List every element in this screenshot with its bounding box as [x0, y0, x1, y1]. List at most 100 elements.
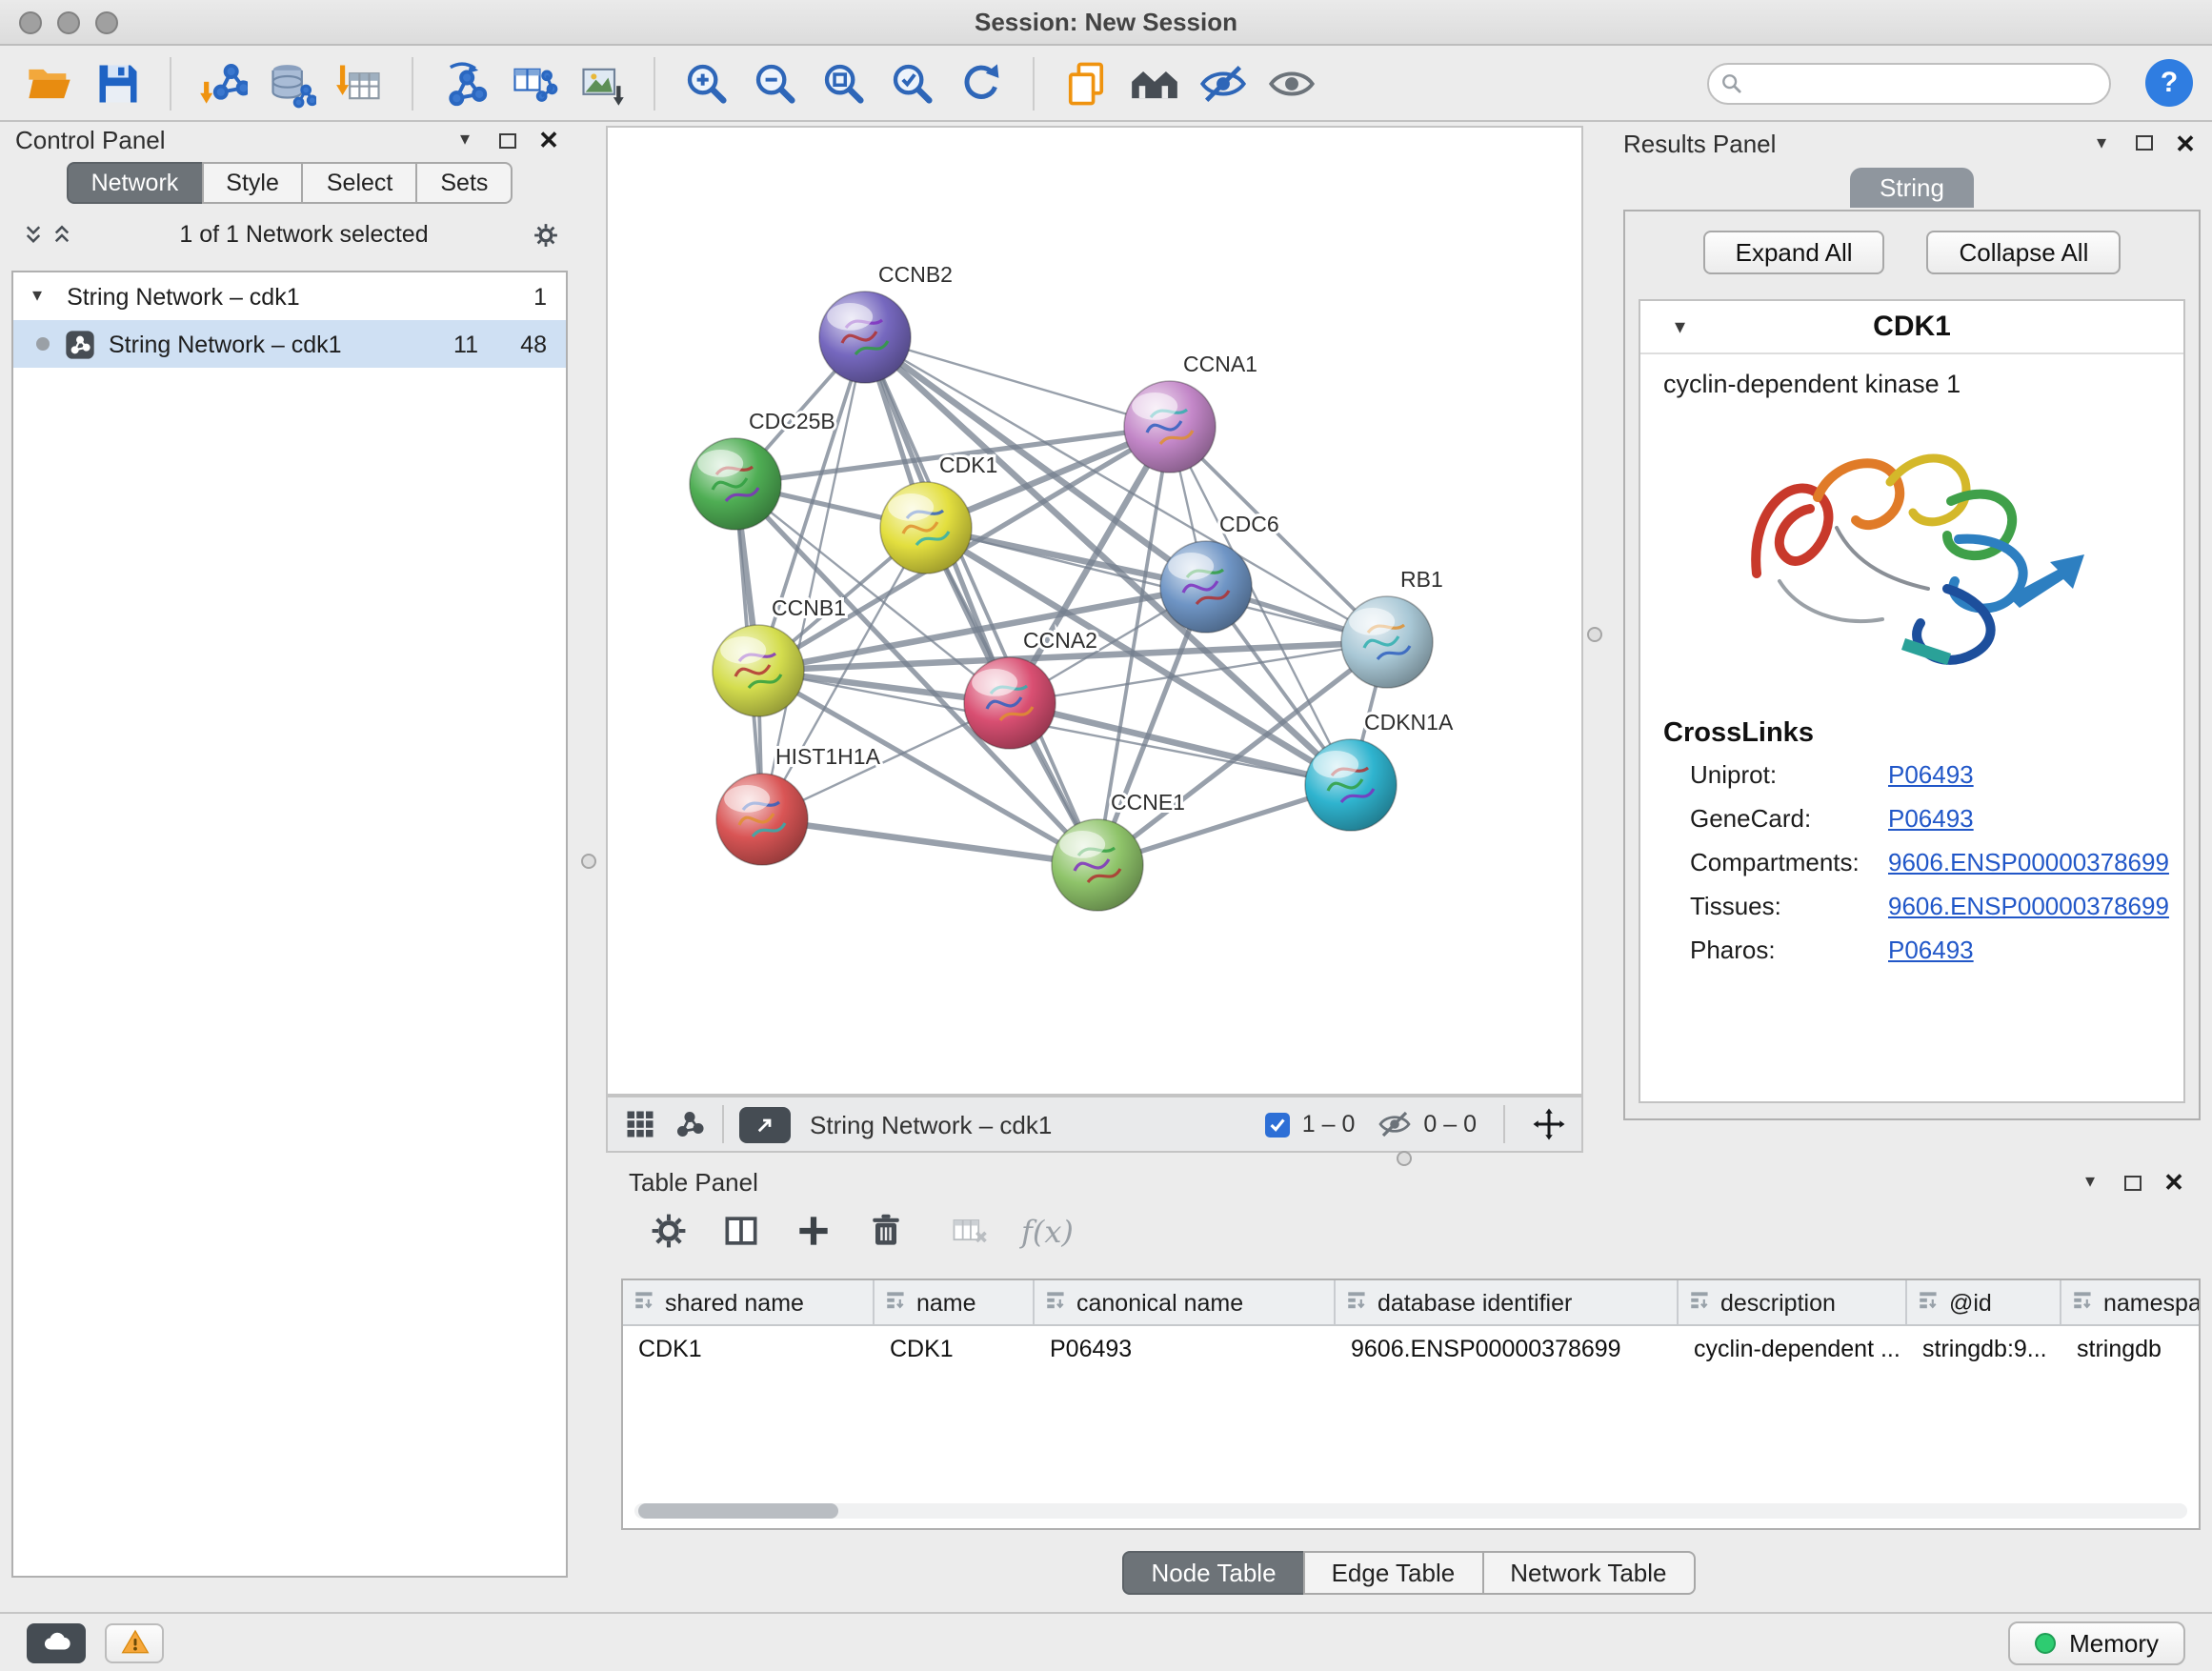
export-image-button[interactable] — [572, 52, 633, 113]
pan-crosshair-icon[interactable] — [1532, 1107, 1566, 1141]
search-input[interactable] — [1707, 62, 2111, 104]
table-cell[interactable]: stringdb — [2061, 1326, 2201, 1370]
table-cell[interactable]: CDK1 — [623, 1326, 875, 1370]
column-header-database-identifier[interactable]: database identifier — [1336, 1280, 1679, 1324]
column-header-name[interactable]: name — [875, 1280, 1035, 1324]
refresh-view-button[interactable] — [951, 52, 1012, 113]
gene-section-header[interactable]: ▾ CDK1 — [1640, 301, 2183, 354]
grid-view-icon[interactable] — [623, 1107, 657, 1141]
network-collection-row[interactable]: ▾ String Network – cdk1 1 — [13, 272, 566, 320]
function-builder-button[interactable]: f(x) — [1021, 1213, 1074, 1249]
float-panel-icon[interactable] — [2117, 1169, 2147, 1196]
import-table-button[interactable] — [330, 52, 391, 113]
network-overview-icon[interactable] — [673, 1107, 707, 1141]
splitter-handle[interactable] — [1587, 627, 1602, 642]
panel-menu-icon[interactable]: ▾ — [2075, 1169, 2105, 1196]
tab-edge-table[interactable]: Edge Table — [1303, 1551, 1484, 1595]
tab-network[interactable]: Network — [67, 162, 204, 204]
column-header-canonical-name[interactable]: canonical name — [1035, 1280, 1336, 1324]
crosslink-link[interactable]: P06493 — [1888, 804, 1974, 833]
tab-network-table[interactable]: Network Table — [1481, 1551, 1695, 1595]
crosslink-link[interactable]: 9606.ENSP00000378699 — [1888, 892, 2169, 920]
task-warning-button[interactable] — [105, 1622, 164, 1662]
zoom-fit-button[interactable] — [814, 52, 875, 113]
crosslink-link[interactable]: P06493 — [1888, 760, 1974, 789]
splitter-handle[interactable] — [581, 854, 596, 869]
network-edge[interactable] — [865, 337, 1097, 865]
hide-selected-button[interactable] — [1193, 52, 1254, 113]
table-cell[interactable]: cyclin-dependent ... — [1679, 1326, 1907, 1370]
cloud-status-button[interactable] — [27, 1622, 86, 1662]
network-from-table-button[interactable] — [503, 52, 564, 113]
external-link-button[interactable] — [739, 1106, 791, 1142]
crosslink-link[interactable]: 9606.ENSP00000378699 — [1888, 848, 2169, 876]
network-node[interactable]: HIST1H1A — [716, 744, 881, 865]
node-label: CDC25B — [749, 409, 835, 433]
zoom-window-button[interactable] — [95, 11, 118, 34]
table-cell[interactable]: P06493 — [1035, 1326, 1336, 1370]
close-panel-icon[interactable]: ✕ — [2159, 1169, 2189, 1196]
table-cell[interactable]: stringdb:9... — [1907, 1326, 2061, 1370]
network-row[interactable]: String Network – cdk1 11 48 — [13, 320, 566, 368]
network-node[interactable]: CCNB2 — [819, 262, 953, 383]
tab-select[interactable]: Select — [302, 162, 418, 204]
add-column-icon[interactable] — [793, 1210, 835, 1252]
network-node[interactable]: CDKN1A — [1305, 710, 1454, 831]
hidden-eye-icon[interactable] — [1377, 1107, 1412, 1141]
column-header-namespace[interactable]: namespace — [2061, 1280, 2201, 1324]
float-panel-icon[interactable] — [2128, 130, 2159, 156]
show-hidden-button[interactable] — [1261, 52, 1322, 113]
splitter-handle[interactable] — [1397, 1151, 1412, 1166]
panel-menu-icon[interactable]: ▾ — [450, 127, 480, 153]
column-header-description[interactable]: description — [1679, 1280, 1907, 1324]
copy-document-button[interactable] — [1056, 52, 1116, 113]
close-panel-icon[interactable]: ✕ — [2170, 130, 2201, 156]
disclosure-triangle-icon[interactable]: ▾ — [1675, 314, 1685, 339]
expand-all-icon[interactable] — [48, 220, 76, 249]
string-results-tab[interactable]: String — [1849, 168, 1975, 208]
zoom-out-button[interactable] — [745, 52, 806, 113]
network-canvas[interactable]: CCNB2CCNA1CDC25BCDK1CDC6RB1CCNB1CCNA2CDK… — [606, 126, 1583, 1096]
show-columns-icon[interactable] — [720, 1210, 762, 1252]
network-edge[interactable] — [762, 819, 1097, 865]
zoom-selected-button[interactable] — [882, 52, 943, 113]
delete-column-icon[interactable] — [865, 1210, 907, 1252]
new-network-button[interactable] — [434, 52, 495, 113]
open-session-button[interactable] — [19, 52, 80, 113]
panel-menu-icon[interactable]: ▾ — [2086, 130, 2117, 156]
close-window-button[interactable] — [19, 11, 42, 34]
table-cell[interactable]: CDK1 — [875, 1326, 1035, 1370]
expand-all-button[interactable]: Expand All — [1703, 231, 1885, 274]
selected-checkbox-icon[interactable] — [1266, 1112, 1291, 1137]
float-panel-icon[interactable] — [492, 127, 522, 153]
first-neighbors-button[interactable] — [1124, 52, 1185, 113]
network-node[interactable]: CCNA1 — [1124, 352, 1257, 473]
collapse-all-icon[interactable] — [19, 220, 48, 249]
horizontal-scrollbar[interactable] — [634, 1503, 2187, 1519]
column-header-shared-name[interactable]: shared name — [623, 1280, 875, 1324]
network-node[interactable]: CDK1 — [880, 453, 997, 574]
help-button[interactable]: ? — [2145, 59, 2193, 107]
save-session-button[interactable] — [88, 52, 149, 113]
close-panel-icon[interactable]: ✕ — [533, 127, 564, 153]
memory-button[interactable]: Memory — [2008, 1621, 2185, 1664]
table-options-gear-icon[interactable] — [648, 1210, 690, 1252]
column-header--id[interactable]: @id — [1907, 1280, 2061, 1324]
network-node[interactable]: CDC25B — [690, 409, 835, 530]
tab-sets[interactable]: Sets — [415, 162, 513, 204]
network-node[interactable]: CDC6 — [1160, 512, 1279, 633]
collapse-all-button[interactable]: Collapse All — [1927, 231, 2122, 274]
import-network-button[interactable] — [192, 52, 253, 113]
minimize-window-button[interactable] — [57, 11, 80, 34]
tab-style[interactable]: Style — [201, 162, 304, 204]
scrollbar-thumb[interactable] — [638, 1503, 838, 1519]
network-node[interactable]: RB1 — [1341, 567, 1443, 688]
table-cell[interactable]: 9606.ENSP00000378699 — [1336, 1326, 1679, 1370]
table-row[interactable]: CDK1CDK1P064939606.ENSP00000378699cyclin… — [623, 1326, 2199, 1370]
tab-node-table[interactable]: Node Table — [1122, 1551, 1304, 1595]
network-options-gear-icon[interactable] — [532, 220, 560, 249]
crosslink-link[interactable]: P06493 — [1888, 936, 1974, 964]
disclosure-triangle-icon[interactable]: ▾ — [32, 286, 42, 307]
zoom-in-button[interactable] — [676, 52, 737, 113]
import-network-database-button[interactable] — [261, 52, 322, 113]
